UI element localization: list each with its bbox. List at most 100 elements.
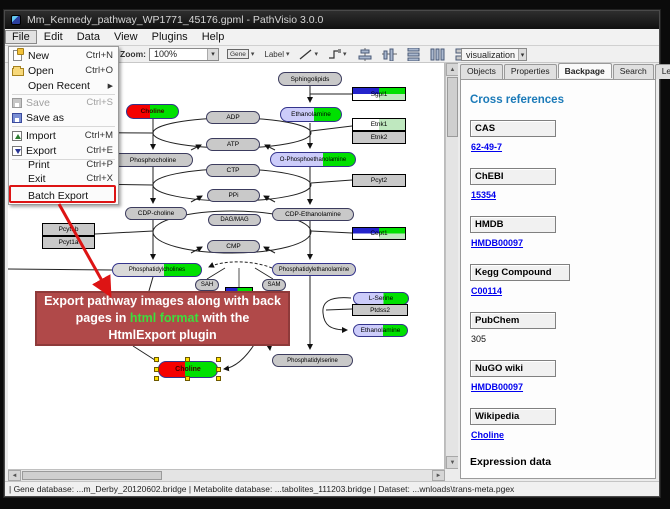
chevron-down-icon: ▾ <box>314 50 318 58</box>
line-icon <box>299 49 312 60</box>
hmdb-link[interactable]: HMDB00097 <box>471 238 523 248</box>
wikipedia-link[interactable]: Choline <box>471 430 504 440</box>
gene-tool-button[interactable]: Gene ▾ <box>225 47 256 62</box>
selection-handle[interactable] <box>185 376 190 381</box>
node-adp[interactable]: ADP <box>206 111 260 124</box>
backpage-section-cas: CAS 62-49-7 <box>470 120 655 155</box>
scroll-right-icon[interactable]: ► <box>432 470 445 481</box>
screenshot-frame: Mm_Kennedy_pathway_WP1771_45176.gpml - P… <box>0 0 670 509</box>
selection-handle[interactable] <box>154 357 159 362</box>
tab-objects[interactable]: Objects <box>460 64 503 79</box>
cas-link[interactable]: 62-49-7 <box>471 142 502 152</box>
node-ctp[interactable]: CTP <box>206 164 260 177</box>
selection-handle[interactable] <box>216 376 221 381</box>
node-phosphocholine[interactable]: Phosphocholine <box>113 153 193 167</box>
menu-help[interactable]: Help <box>195 30 232 44</box>
node-cept1[interactable]: Cept1 <box>352 227 406 240</box>
nugo-link[interactable]: HMDB00097 <box>471 382 523 392</box>
node-cmp[interactable]: CMP <box>207 240 260 253</box>
label-tool-button[interactable]: Label ▾ <box>262 47 291 62</box>
node-dag-mag[interactable]: DAG/MAG <box>208 214 261 226</box>
line-tool-button[interactable]: ▾ <box>297 47 320 62</box>
node-cdp-ethanolamine[interactable]: CDP-Ethanolamine <box>272 208 354 221</box>
menu-plugins[interactable]: Plugins <box>145 30 195 44</box>
callout-line3: HtmlExport plugin <box>108 327 216 344</box>
selection-handle[interactable] <box>216 367 221 372</box>
node-etnk2[interactable]: Etnk2 <box>352 131 406 144</box>
node-phosphatidylserine[interactable]: Phosphatidylserine <box>272 354 353 367</box>
menu-edit[interactable]: Edit <box>37 30 70 44</box>
node-ethanolamine[interactable]: Ethanolamine <box>280 107 342 122</box>
kegg-link[interactable]: C00114 <box>471 286 502 296</box>
distribute-columns-button[interactable] <box>430 48 445 61</box>
zoom-combo[interactable]: 100% ▾ <box>149 48 219 61</box>
tab-legend[interactable]: Legend <box>655 64 670 79</box>
chebi-link[interactable]: 15354 <box>471 190 496 200</box>
node-choline-selected[interactable]: Choline <box>158 361 218 378</box>
callout-line1: Export pathway images along with back <box>44 293 281 310</box>
vertical-scroll-thumb[interactable] <box>447 77 458 137</box>
node-sam[interactable]: SAM <box>262 279 286 291</box>
node-cdp-choline[interactable]: CDP-choline <box>125 207 187 220</box>
node-atp[interactable]: ATP <box>206 138 260 151</box>
menu-bar: File Edit Data View Plugins Help <box>5 29 659 46</box>
backpage-section-kegg: Kegg Compound C00114 <box>470 264 655 299</box>
file-menu-print[interactable]: PrintCtrl+P <box>9 157 118 172</box>
node-sphingolipids[interactable]: Sphingolipids <box>278 72 342 86</box>
file-menu-save-as[interactable]: Save as <box>9 110 118 125</box>
expression-data-heading: Expression data <box>470 456 655 468</box>
file-menu-open-recent[interactable]: Open Recent ▶ <box>9 78 118 93</box>
file-menu-exit[interactable]: ExitCtrl+X <box>9 171 118 186</box>
chevron-down-icon[interactable]: ▾ <box>207 49 218 60</box>
scroll-left-icon[interactable]: ◄ <box>8 470 21 481</box>
backpage-section-pubchem: PubChem 305 <box>470 312 655 347</box>
file-menu: NewCtrl+N OpenCtrl+O Open Recent ▶ SaveC… <box>8 46 119 205</box>
menu-view[interactable]: View <box>107 30 145 44</box>
file-menu-open[interactable]: OpenCtrl+O <box>9 63 118 78</box>
node-sgpl1[interactable]: Sgpl1 <box>352 87 406 101</box>
distribute-rows-button[interactable] <box>406 48 421 61</box>
chevron-down-icon: ▾ <box>251 50 255 58</box>
node-ppi[interactable]: PPi <box>207 189 260 202</box>
menu-data[interactable]: Data <box>70 30 107 44</box>
node-ptdss2[interactable]: Ptdss2 <box>352 304 408 316</box>
selection-handle[interactable] <box>216 357 221 362</box>
tab-backpage[interactable]: Backpage <box>558 63 612 78</box>
zoom-value: 100% <box>154 49 177 59</box>
batch-export-highlight-box <box>9 185 116 203</box>
save-as-icon <box>12 113 22 123</box>
connector-tool-button[interactable]: ▾ <box>326 47 349 62</box>
title-bar[interactable]: Mm_Kennedy_pathway_WP1771_45176.gpml - P… <box>5 11 659 29</box>
align-center-y-button[interactable] <box>382 48 397 61</box>
node-pcyt1a[interactable]: Pcyt1a <box>42 236 95 249</box>
backpage-section-chebi: ChEBI 15354 <box>470 168 655 203</box>
node-ethanolamine-2[interactable]: Ethanolamine <box>353 324 408 337</box>
node-phosphatidylethanolamine[interactable]: Phosphatidylethanolamine <box>272 263 356 276</box>
horizontal-scroll-thumb[interactable] <box>22 471 162 480</box>
align-center-x-button[interactable] <box>358 48 373 61</box>
node-etnk1[interactable]: Etnk1 <box>352 118 406 131</box>
file-menu-import[interactable]: ImportCtrl+M <box>9 128 118 143</box>
node-choline[interactable]: Choline <box>126 104 179 119</box>
file-menu-new[interactable]: NewCtrl+N <box>9 48 118 63</box>
selection-handle[interactable] <box>185 357 190 362</box>
visualization-value: visualization <box>466 50 515 60</box>
node-pcyt1b[interactable]: Pcyt1b <box>42 223 95 236</box>
node-phosphatidylcholines[interactable]: Phosphatidylcholines <box>112 263 202 277</box>
cross-references-heading: Cross references <box>470 94 655 106</box>
selection-handle[interactable] <box>154 367 159 372</box>
node-sah[interactable]: SAH <box>195 279 219 291</box>
canvas-vertical-scrollbar[interactable]: ▲ ▼ <box>445 63 458 469</box>
export-icon <box>12 146 22 156</box>
visualization-combo[interactable]: visualization ▾ <box>461 48 527 61</box>
file-menu-export[interactable]: ExportCtrl+E <box>9 143 118 158</box>
menu-file[interactable]: File <box>5 30 37 44</box>
node-o-phosphoethanolamine[interactable]: O-Phosphoethanolamine <box>270 152 356 167</box>
selection-handle[interactable] <box>154 376 159 381</box>
chevron-down-icon[interactable]: ▾ <box>518 49 526 60</box>
canvas-horizontal-scrollbar[interactable]: ◄ ► <box>8 469 445 481</box>
tab-search[interactable]: Search <box>613 64 654 79</box>
file-menu-save[interactable]: SaveCtrl+S <box>9 95 118 110</box>
node-pcyt2[interactable]: Pcyt2 <box>352 174 406 187</box>
tab-properties[interactable]: Properties <box>504 64 557 79</box>
